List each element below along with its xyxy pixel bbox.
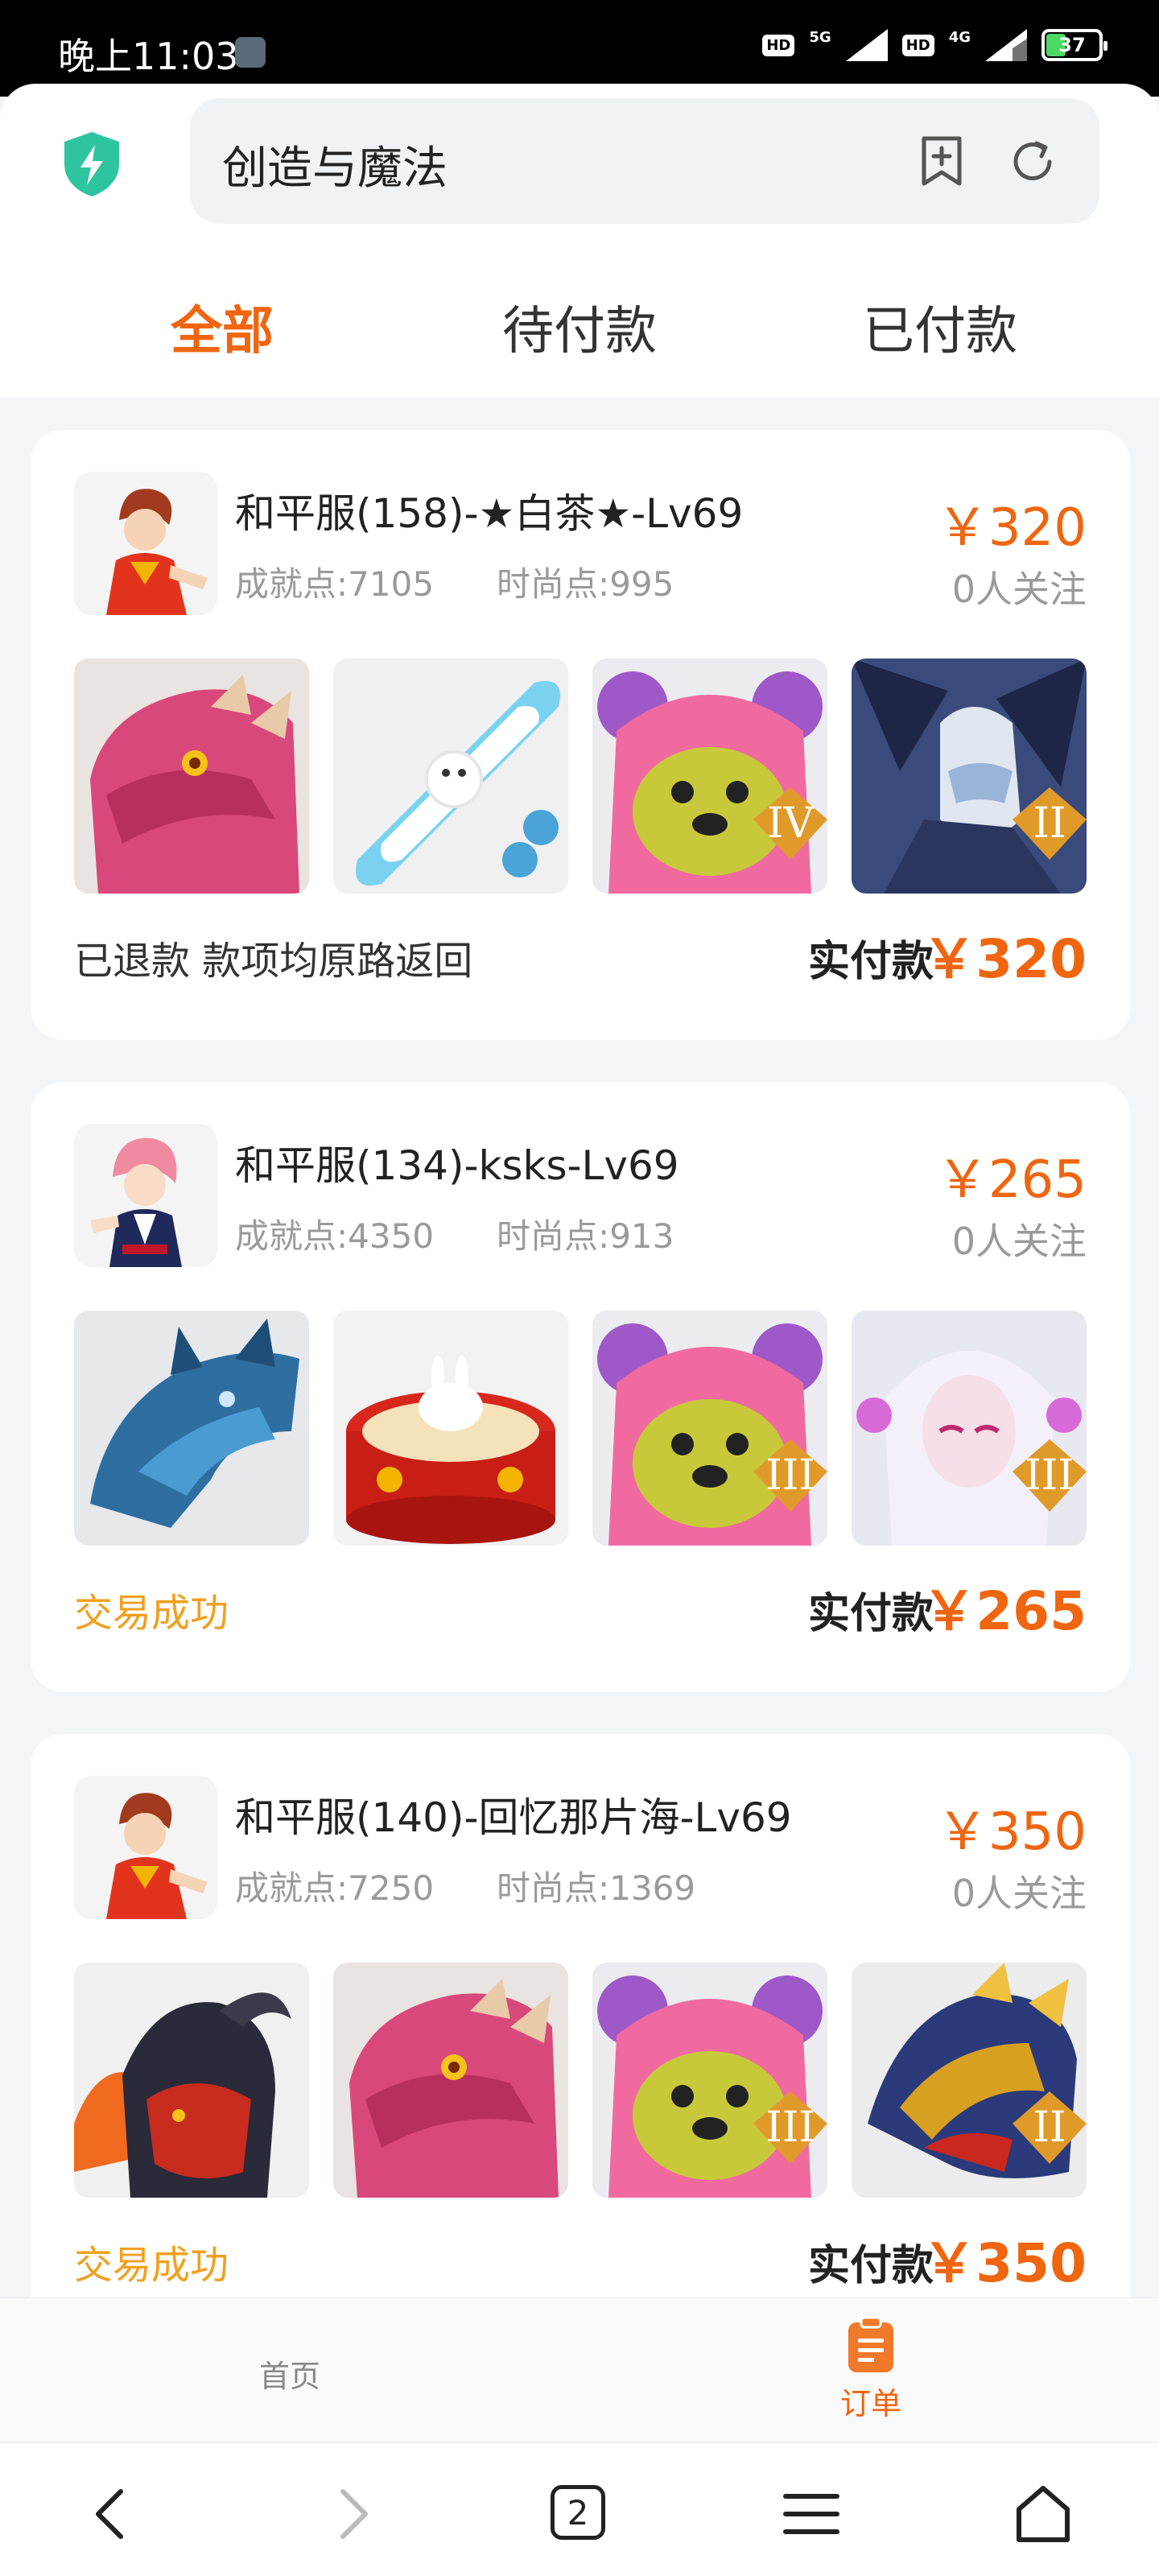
account-title: 和平服(158)-★白茶★-Lv69 xyxy=(235,490,744,537)
network-type-label: 4G xyxy=(948,28,971,46)
listing-price: ￥350 xyxy=(936,1802,1087,1862)
refresh-icon[interactable] xyxy=(1008,137,1058,187)
paid-amount: ￥265 xyxy=(922,1580,1087,1642)
item-thumbnail-pink-bear[interactable]: III xyxy=(592,1311,827,1546)
item-thumbnails: IV II xyxy=(74,658,1087,894)
item-thumbnail-red-dragon[interactable] xyxy=(74,658,309,894)
item-thumbnail-black-beast[interactable] xyxy=(74,1963,309,2198)
paid-amount: ￥320 xyxy=(922,928,1087,990)
nav-orders-label: 订单 xyxy=(839,2386,901,2421)
svg-text:III: III xyxy=(765,2103,815,2152)
item-thumbnail-ice-demon[interactable]: II xyxy=(852,658,1087,894)
address-text: 创造与魔法 xyxy=(222,142,448,195)
svg-text:III: III xyxy=(1025,1451,1074,1500)
status-time: 晚上11:03 xyxy=(58,35,239,78)
svg-text:II: II xyxy=(1033,2103,1066,2152)
paid-label: 实付款 xyxy=(807,1590,934,1638)
tab-pending-payment[interactable]: 待付款 xyxy=(502,290,657,364)
paid-label: 实付款 xyxy=(807,2242,934,2290)
hd-badge: HD xyxy=(762,34,795,56)
fashion-points: 时尚点:995 xyxy=(497,564,674,604)
item-thumbnail-red-dragon[interactable] xyxy=(333,1963,568,2198)
battery-icon: 37 xyxy=(1041,29,1107,61)
item-thumbnails: III III xyxy=(74,1311,1087,1546)
bottom-navigation: 首页 订单 xyxy=(0,2297,1159,2442)
nav-item-orders[interactable]: 订单 xyxy=(823,2316,919,2423)
item-thumbnails: III II xyxy=(74,1963,1087,2198)
order-filter-tabs: 全部 待付款 已付款 xyxy=(0,251,1159,398)
item-thumbnail-pink-bear[interactable]: IV xyxy=(592,658,827,894)
browser-address-bar: 创造与魔法 xyxy=(0,84,1159,251)
home-icon[interactable] xyxy=(1011,2482,1075,2546)
back-arrow-icon[interactable] xyxy=(80,2482,145,2546)
paid-amount: ￥350 xyxy=(922,2232,1087,2294)
account-stats: 成就点:7105 时尚点:995 xyxy=(235,557,674,606)
order-card[interactable]: 和平服(158)-★白茶★-Lv69 成就点:7105 时尚点:995 ￥320 … xyxy=(31,430,1130,1040)
follower-count: 0人关注 xyxy=(951,568,1087,611)
item-thumbnail-blue-dragon[interactable] xyxy=(74,1311,309,1546)
item-thumbnail-skateboard[interactable] xyxy=(333,658,568,894)
item-thumbnail-pink-bear[interactable]: III xyxy=(592,1963,827,2198)
order-card[interactable]: 和平服(140)-回忆那片海-Lv69 成就点:7250 时尚点:1369 ￥35… xyxy=(31,1734,1130,2297)
hd-badge: HD xyxy=(901,34,934,56)
follower-count: 0人关注 xyxy=(951,1220,1087,1263)
menu-icon[interactable] xyxy=(779,2482,843,2546)
achievement-points: 成就点:4350 xyxy=(235,1216,435,1256)
nav-item-home[interactable]: 首页 xyxy=(259,2351,320,2396)
signal-icon xyxy=(845,29,888,61)
notification-app-icon xyxy=(235,37,266,68)
network-type-label: 5G xyxy=(809,28,831,46)
follower-count: 0人关注 xyxy=(951,1872,1087,1915)
order-status: 已退款 款项均原路返回 xyxy=(74,939,473,984)
battery-level: 37 xyxy=(1058,34,1086,56)
achievement-points: 成就点:7105 xyxy=(235,564,435,604)
item-thumbnail-white-hair-girl[interactable]: III xyxy=(852,1311,1087,1546)
svg-text:IV: IV xyxy=(767,799,815,848)
status-indicators: HD 5G HD 4G 37 xyxy=(762,28,1107,61)
listing-price: ￥320 xyxy=(936,498,1087,558)
account-title: 和平服(134)-ksks-Lv69 xyxy=(235,1142,679,1189)
tab-all[interactable]: 全部 xyxy=(171,290,274,364)
item-thumbnail-gold-dragon[interactable]: II xyxy=(852,1963,1087,2198)
svg-text:III: III xyxy=(765,1451,815,1500)
address-field[interactable]: 创造与魔法 xyxy=(190,98,1099,224)
browser-toolbar: 2 xyxy=(0,2442,1159,2576)
listing-price: ￥265 xyxy=(936,1150,1087,1210)
fashion-points: 时尚点:1369 xyxy=(497,1868,696,1908)
order-list: 和平服(158)-★白茶★-Lv69 成就点:7105 时尚点:995 ￥320 … xyxy=(0,398,1159,2297)
tab-paid[interactable]: 已付款 xyxy=(863,290,1017,364)
status-bar: 晚上11:03 HD 5G HD 4G 37 xyxy=(0,0,1159,97)
signal-icon xyxy=(985,29,1027,61)
avatar xyxy=(74,472,217,615)
fashion-points: 时尚点:913 xyxy=(497,1216,674,1256)
avatar xyxy=(74,1124,217,1267)
order-status: 交易成功 xyxy=(74,2243,229,2288)
order-status: 交易成功 xyxy=(74,1591,229,1636)
order-card[interactable]: 和平服(134)-ksks-Lv69 成就点:4350 时尚点:913 ￥265 … xyxy=(31,1082,1130,1692)
item-thumbnail-red-drum[interactable] xyxy=(333,1311,568,1546)
order-list-icon xyxy=(848,2316,893,2372)
tabs-count-button[interactable]: 2 xyxy=(551,2485,605,2540)
forward-arrow-icon[interactable] xyxy=(319,2482,383,2546)
achievement-points: 成就点:7250 xyxy=(235,1868,435,1908)
shield-bolt-icon[interactable] xyxy=(61,130,122,198)
account-stats: 成就点:7250 时尚点:1369 xyxy=(235,1861,695,1910)
paid-label: 实付款 xyxy=(807,938,934,986)
avatar xyxy=(74,1776,217,1919)
add-bookmark-icon[interactable] xyxy=(916,135,967,187)
account-stats: 成就点:4350 时尚点:913 xyxy=(235,1209,674,1258)
svg-text:II: II xyxy=(1033,799,1066,848)
account-title: 和平服(140)-回忆那片海-Lv69 xyxy=(235,1794,792,1841)
